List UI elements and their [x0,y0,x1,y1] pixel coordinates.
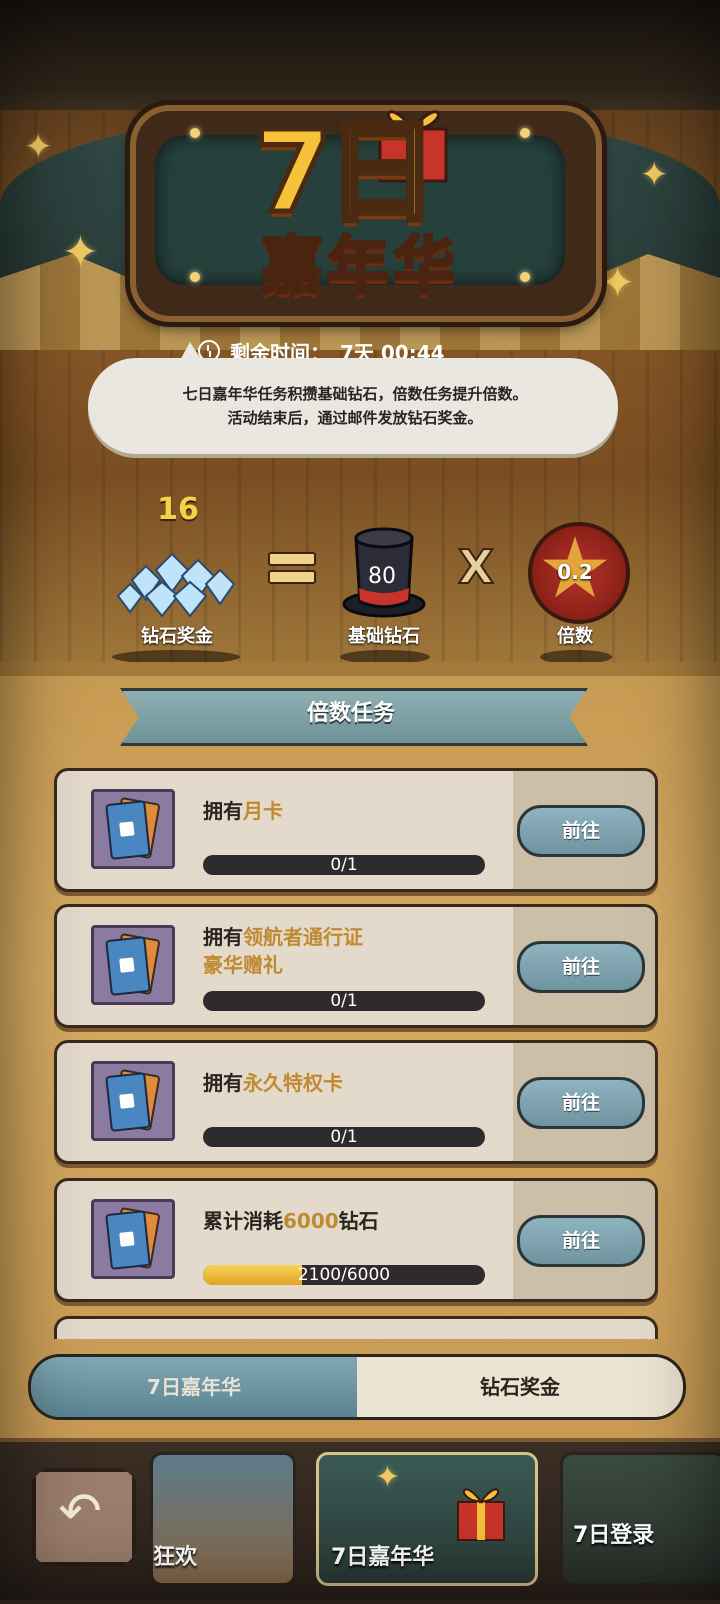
description-line: 七日嘉年华任务积攒基础钻石，倍数任务提升倍数。 [182,385,528,403]
progress-bar: 0/1 [203,991,485,1011]
progress-text: 0/1 [330,855,358,875]
diamond-pile-icon [116,552,236,618]
progress-text: 0/1 [330,991,358,1011]
event-title-number: 7日 [252,106,441,241]
multiplier-label: 倍数 [557,626,593,647]
go-button[interactable]: 前往 [517,805,645,857]
base-diamond-value: 80 [368,564,396,589]
nav-card-label: 狂欢 [153,1545,198,1570]
progress-text: 2100/6000 [297,1265,391,1285]
gift-box-icon [457,1488,505,1541]
event-title-text: 嘉年华 [259,228,459,304]
task-label: 拥有永久特权卡 [203,1069,503,1097]
progress-text: 0/1 [330,1127,358,1147]
card-pack-icon [91,789,175,869]
diamond-reward-value: 16 [157,492,199,527]
task-card: 累计消耗6000钻石 2100/6000 前往 [54,1178,658,1302]
sign-bulb [520,272,530,282]
sign-bulb [520,128,530,138]
tab-carnival[interactable]: 7日嘉年华 [31,1357,357,1417]
card-pack-icon [91,925,175,1005]
nav-card-label: 7日嘉年华 [331,1545,435,1570]
task-label-highlight: 月卡 [243,799,283,823]
task-label-suffix: 钻石 [338,1209,379,1233]
task-label-prefix: 拥有 [203,1071,243,1095]
progress-bar: 0/1 [203,855,485,875]
star-icon: ✦ [600,258,636,307]
multiply-sign: X [457,539,494,595]
task-card: 拥有领航者通行证 豪华赠礼 0/1 前往 [54,904,658,1028]
task-label-prefix: 拥有 [203,925,243,949]
equals-sign [268,550,316,586]
task-label-highlight-line2: 豪华赠礼 [203,953,283,977]
nav-card-carnival[interactable]: 狂欢 [150,1452,296,1586]
base-diamond-label: 基础钻石 [348,626,420,647]
progress-bar: 0/1 [203,1127,485,1147]
description-line: 活动结束后，通过邮件发放钻石奖金。 [227,409,483,427]
star-icon: ✦ [375,1460,401,1495]
task-label-prefix: 拥有 [203,799,243,823]
sign-bulb [190,128,200,138]
task-label: 拥有领航者通行证 豪华赠礼 [203,923,503,979]
diamond-reward-label: 钻石奖金 [141,626,213,647]
sign-bulb [190,272,200,282]
section-title: 倍数任务 [306,701,395,726]
star-icon: ✦ [640,155,669,195]
card-pack-icon [91,1061,175,1141]
task-label-highlight: 永久特权卡 [243,1071,343,1095]
panel-edge [0,662,720,676]
event-description: 七日嘉年华任务积攒基础钻石，倍数任务提升倍数。 活动结束后，通过邮件发放钻石奖金… [110,382,600,430]
task-label: 拥有月卡 [203,797,503,825]
task-label-highlight: 领航者通行证 [243,925,363,949]
go-button[interactable]: 前往 [517,1215,645,1267]
progress-bar: 2100/6000 [203,1265,485,1285]
task-card: 拥有永久特权卡 0/1 前往 [54,1040,658,1164]
task-label-prefix: 累计消耗 [203,1209,283,1233]
task-label: 累计消耗6000钻石 [203,1207,503,1235]
tab-bar: 7日嘉年华 钻石奖金 [28,1354,686,1420]
card-pack-icon [91,1199,175,1279]
multiplier-value: 0.2 [557,560,593,584]
star-icon: ✦ [62,227,99,278]
curtain-top [0,0,720,110]
back-arrow-icon: ↶ [58,1482,102,1542]
task-label-highlight: 6000 [283,1209,339,1233]
task-card: 拥有月卡 0/1 前往 [54,768,658,892]
go-button[interactable]: 前往 [517,1077,645,1129]
go-button[interactable]: 前往 [517,941,645,993]
nav-card-label: 7日登录 [573,1523,655,1548]
tab-diamond-reward[interactable]: 钻石奖金 [357,1357,683,1417]
task-card-partial[interactable] [54,1316,658,1339]
star-icon: ✦ [24,127,53,167]
nav-card-7day-login[interactable]: 7日登录 [560,1452,720,1586]
